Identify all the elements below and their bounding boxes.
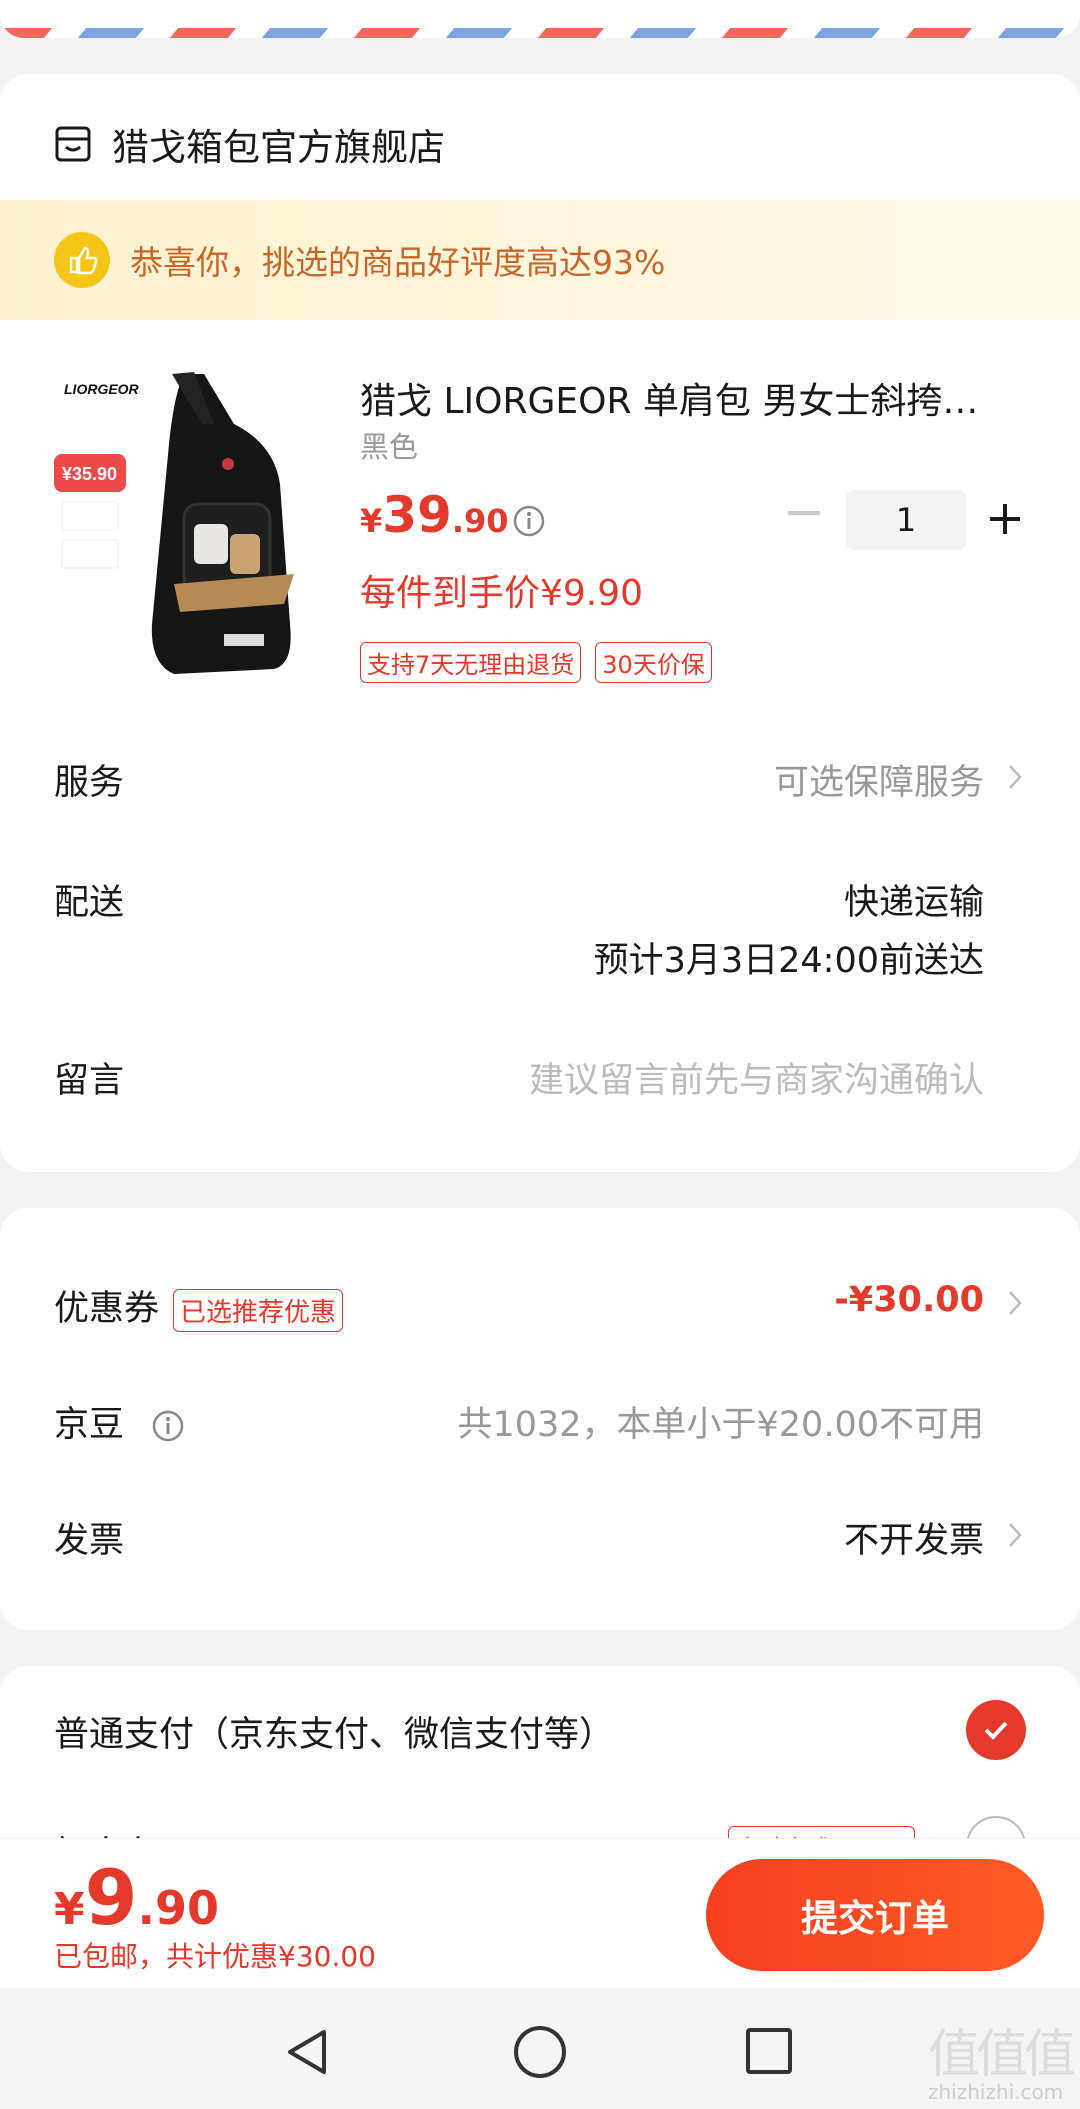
coupon-value: -¥30.00: [834, 1280, 984, 1320]
price-info-icon[interactable]: [512, 504, 546, 538]
airmail-stripe: [813, 28, 881, 38]
service-row[interactable]: 服务 可选保障服务: [54, 754, 1026, 814]
airmail-border: [0, 0, 1080, 40]
jingdou-value: 共1032，本单小于¥20.00不可用: [457, 1405, 984, 1445]
quantity-plus-button[interactable]: [988, 502, 1022, 536]
invoice-label: 发票: [54, 1521, 125, 1561]
airmail-border-inner: [0, 0, 1080, 38]
chevron-right-icon: [1009, 765, 1022, 789]
total-price: ¥ 9 .90: [54, 1853, 219, 1942]
airmail-stripe: [997, 28, 1065, 38]
jingdou-info-icon[interactable]: [151, 1409, 185, 1443]
system-nav-bar: 值值值 zhizhizhi.com: [0, 1988, 1080, 2109]
quantity-input[interactable]: 1: [846, 490, 966, 550]
airmail-stripe: [77, 28, 145, 38]
airmail-stripe: [169, 28, 237, 38]
delivery-row[interactable]: 配送 快递运输 预计3月3日24:00前送达: [54, 874, 1026, 994]
coupon-label: 优惠券: [54, 1289, 160, 1329]
airmail-stripe: [629, 28, 697, 38]
chevron-right-icon: [1009, 1291, 1022, 1315]
watermark-logo: 值值值: [928, 2025, 1076, 2085]
airmail-stripe: [905, 28, 973, 38]
coupon-tag: 已选推荐优惠: [173, 1288, 344, 1332]
invoice-value: 不开发票: [843, 1521, 984, 1561]
product-image-badge: ¥35.90: [62, 464, 117, 484]
order-card: 猎戈箱包官方旗舰店 恭喜你，挑选的商品好评度高达93% LIORGEOR ¥35…: [0, 74, 1080, 1172]
price-protect-tag: 30天价保: [595, 642, 712, 683]
chevron-right-icon: [1009, 1523, 1022, 1547]
watermark-url: zhizhizhi.com: [928, 2080, 1064, 2104]
total-note: 已包邮，共计优惠¥30.00: [54, 1940, 376, 1973]
product-image-brand: LIORGEOR: [64, 381, 140, 397]
shop-name: 猎戈箱包官方旗舰店: [112, 126, 445, 169]
submit-order-button[interactable]: 提交订单: [706, 1859, 1044, 1971]
jingdou-label: 京豆: [54, 1405, 125, 1445]
checkout-bar: ¥ 9 .90 已包邮，共计优惠¥30.00 提交订单: [0, 1838, 1080, 1988]
home-icon[interactable]: [514, 2026, 566, 2078]
product-price: ¥ 39 .90: [360, 486, 509, 544]
total-decimal: .90: [137, 1881, 220, 1935]
coupon-row[interactable]: 优惠券 已选推荐优惠 -¥30.00: [54, 1280, 1026, 1340]
product-image[interactable]: LIORGEOR ¥35.90: [54, 364, 314, 704]
back-icon[interactable]: [282, 2026, 332, 2078]
invoice-row[interactable]: 发票 不开发票: [54, 1512, 1026, 1572]
airmail-stripe: [353, 28, 421, 38]
praise-bar: 恭喜你，挑选的商品好评度高达93%: [0, 200, 1080, 320]
deal-price: 每件到手价¥9.90: [360, 573, 644, 614]
total-symbol: ¥: [54, 1884, 85, 1935]
praise-text: 恭喜你，挑选的商品好评度高达93%: [130, 243, 666, 282]
airmail-stripe: [537, 28, 605, 38]
message-input[interactable]: 建议留言前先与商家沟通确认: [529, 1052, 984, 1103]
product-spec[interactable]: 黑色: [360, 424, 418, 466]
shop-icon: [55, 126, 91, 162]
return-tag: 支持7天无理由退货: [360, 642, 582, 683]
airmail-stripe: [261, 28, 329, 38]
message-label: 留言: [54, 1061, 125, 1101]
price-integer: 39: [382, 486, 452, 544]
quantity-minus-button[interactable]: [788, 511, 820, 515]
price-decimal: .90: [451, 502, 509, 540]
normal-payment-label[interactable]: 普通支付（京东支付、微信支付等）: [54, 1706, 614, 1757]
delivery-eta: 预计3月3日24:00前送达: [593, 941, 984, 981]
discount-card: 优惠券 已选推荐优惠 -¥30.00 京豆 共1032，本单小于¥20.00不可用…: [0, 1208, 1080, 1630]
airmail-stripe: [721, 28, 789, 38]
airmail-stripe: [0, 28, 53, 38]
service-value: 可选保障服务: [773, 763, 984, 803]
coupon-label-wrap: 优惠券 已选推荐优惠: [54, 1280, 344, 1332]
jingdou-row: 京豆 共1032，本单小于¥20.00不可用: [54, 1396, 1026, 1456]
message-row[interactable]: 留言 建议留言前先与商家沟通确认: [54, 1052, 1026, 1112]
delivery-label: 配送: [54, 883, 125, 923]
payment-selected-check-icon[interactable]: [966, 1700, 1026, 1760]
airmail-stripe: [445, 28, 513, 38]
delivery-value: 快递运输: [843, 883, 984, 923]
service-label: 服务: [54, 763, 125, 803]
total-integer: 9: [84, 1853, 138, 1942]
price-symbol: ¥: [360, 502, 383, 540]
recent-apps-icon[interactable]: [746, 2028, 792, 2074]
product-title[interactable]: 猎戈 LIORGEOR 单肩包 男女士斜挎…: [360, 372, 1020, 424]
jingdou-label-wrap: 京豆: [54, 1396, 185, 1447]
product-tags: 支持7天无理由退货 30天价保: [360, 642, 712, 683]
shop-row[interactable]: 猎戈箱包官方旗舰店: [54, 114, 445, 174]
thumbs-up-icon: [54, 232, 110, 288]
